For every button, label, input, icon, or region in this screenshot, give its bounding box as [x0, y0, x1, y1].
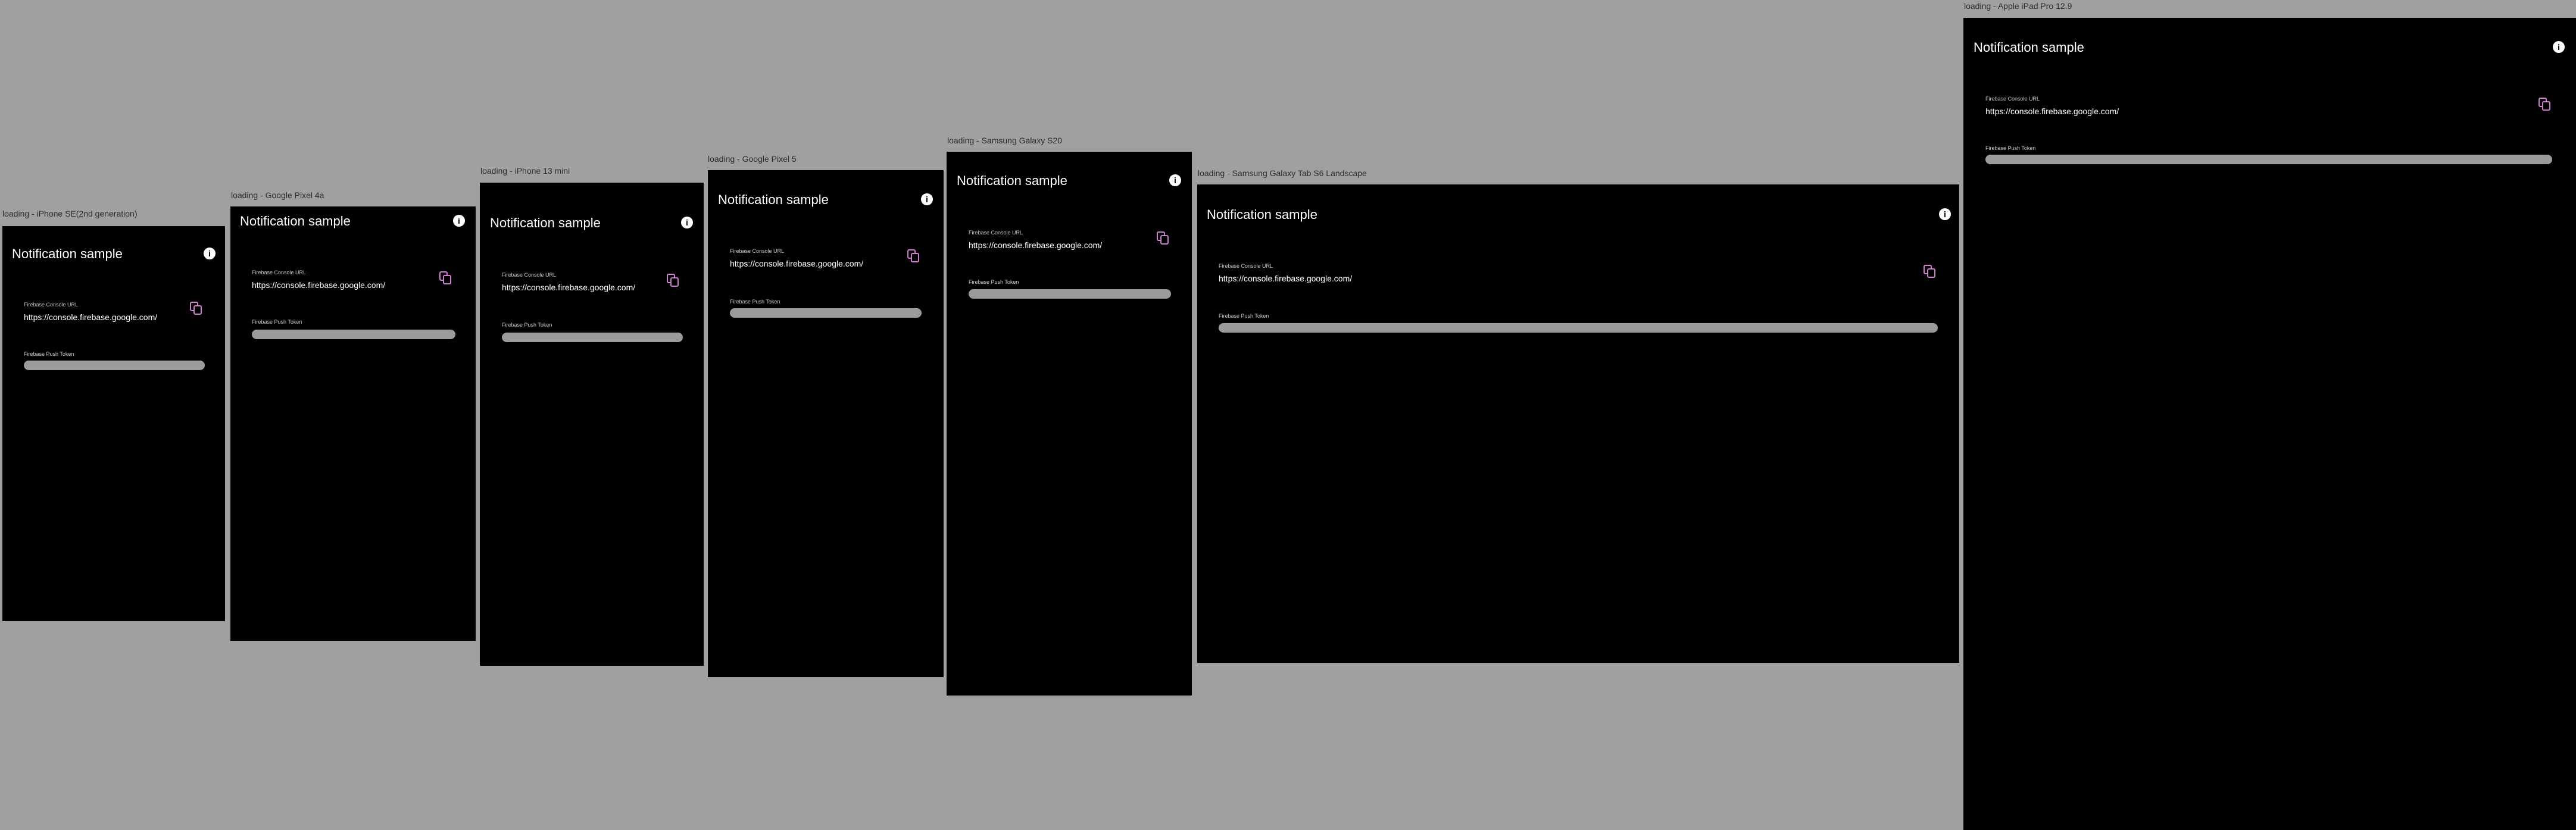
copy-icon[interactable] [190, 302, 203, 316]
device-label-google-pixel-5: loading - Google Pixel 5 [708, 154, 797, 164]
firebase-console-url-label: Firebase Console URL [502, 272, 557, 278]
push-token-placeholder [24, 361, 205, 370]
device-label-apple-ipad-pro-12-9: loading - Apple iPad Pro 12.9 [1964, 1, 2072, 11]
device-label-iphone-se: loading - iPhone SE(2nd generation) [2, 209, 138, 218]
info-icon[interactable]: i [1939, 208, 1951, 220]
push-token-placeholder [1985, 155, 2552, 164]
device-frame-samsung-galaxy-s20: Notification sample i Firebase Console U… [947, 152, 1192, 696]
firebase-console-url-label: Firebase Console URL [24, 302, 79, 308]
firebase-console-url-value: https://console.firebase.google.com/ [24, 312, 158, 322]
firebase-push-token-label: Firebase Push Token [730, 299, 780, 305]
firebase-console-url-value: https://console.firebase.google.com/ [1219, 274, 1353, 283]
device-frame-google-pixel-4a: Notification sample i Firebase Console U… [230, 206, 476, 641]
firebase-console-url-value: https://console.firebase.google.com/ [730, 259, 864, 268]
device-frame-google-pixel-5: Notification sample i Firebase Console U… [708, 170, 944, 677]
device-label-samsung-galaxy-s20: loading - Samsung Galaxy S20 [947, 136, 1062, 145]
push-token-placeholder [969, 289, 1171, 299]
page-title: Notification sample [957, 173, 1067, 188]
push-token-placeholder [1219, 323, 1938, 333]
page-title: Notification sample [1207, 207, 1317, 222]
firebase-push-token-label: Firebase Push Token [502, 322, 552, 328]
device-label-google-pixel-4a: loading - Google Pixel 4a [231, 190, 324, 200]
firebase-console-url-label: Firebase Console URL [1219, 263, 1273, 269]
firebase-console-url-value: https://console.firebase.google.com/ [502, 283, 636, 292]
info-icon[interactable]: i [204, 248, 216, 259]
page-title: Notification sample [12, 246, 123, 261]
page-title: Notification sample [490, 215, 601, 230]
copy-icon[interactable] [667, 274, 680, 288]
firebase-console-url-value: https://console.firebase.google.com/ [969, 240, 1103, 250]
info-icon[interactable]: i [2553, 41, 2565, 53]
push-token-placeholder [502, 333, 683, 342]
push-token-placeholder [730, 308, 922, 318]
info-icon[interactable]: i [1169, 174, 1181, 186]
copy-icon[interactable] [1924, 265, 1937, 279]
device-frame-iphone-se: Notification sample i Firebase Console U… [2, 226, 225, 621]
device-label-iphone-13-mini: loading - iPhone 13 mini [480, 166, 570, 176]
firebase-console-url-value: https://console.firebase.google.com/ [1985, 107, 2119, 116]
page-title: Notification sample [718, 192, 829, 207]
device-frame-apple-ipad-pro-12-9: Notification sample i Firebase Console U… [1963, 18, 2576, 830]
page-title: Notification sample [240, 214, 351, 228]
firebase-console-url-label: Firebase Console URL [730, 248, 785, 254]
push-token-placeholder [252, 330, 455, 339]
device-frame-iphone-13-mini: Notification sample i Firebase Console U… [480, 183, 704, 666]
firebase-push-token-label: Firebase Push Token [252, 319, 302, 325]
firebase-push-token-label: Firebase Push Token [1219, 313, 1269, 319]
page-title: Notification sample [1974, 40, 2084, 55]
firebase-console-url-label: Firebase Console URL [252, 270, 307, 275]
firebase-console-url-label: Firebase Console URL [1985, 96, 2040, 102]
firebase-push-token-label: Firebase Push Token [24, 351, 74, 357]
firebase-console-url-value: https://console.firebase.google.com/ [252, 280, 386, 290]
copy-icon[interactable] [439, 271, 452, 286]
firebase-push-token-label: Firebase Push Token [1985, 145, 2036, 151]
copy-icon[interactable] [2538, 98, 2552, 112]
copy-icon[interactable] [907, 249, 920, 264]
device-label-samsung-galaxy-tab-s6-landscape: loading - Samsung Galaxy Tab S6 Landscap… [1198, 168, 1367, 178]
firebase-console-url-label: Firebase Console URL [969, 230, 1023, 236]
info-icon[interactable]: i [681, 217, 693, 228]
info-icon[interactable]: i [921, 193, 933, 205]
firebase-push-token-label: Firebase Push Token [969, 279, 1019, 285]
copy-icon[interactable] [1157, 231, 1170, 246]
device-frame-samsung-galaxy-tab-s6-landscape: Notification sample i Firebase Console U… [1197, 184, 1959, 663]
info-icon[interactable]: i [453, 215, 465, 227]
